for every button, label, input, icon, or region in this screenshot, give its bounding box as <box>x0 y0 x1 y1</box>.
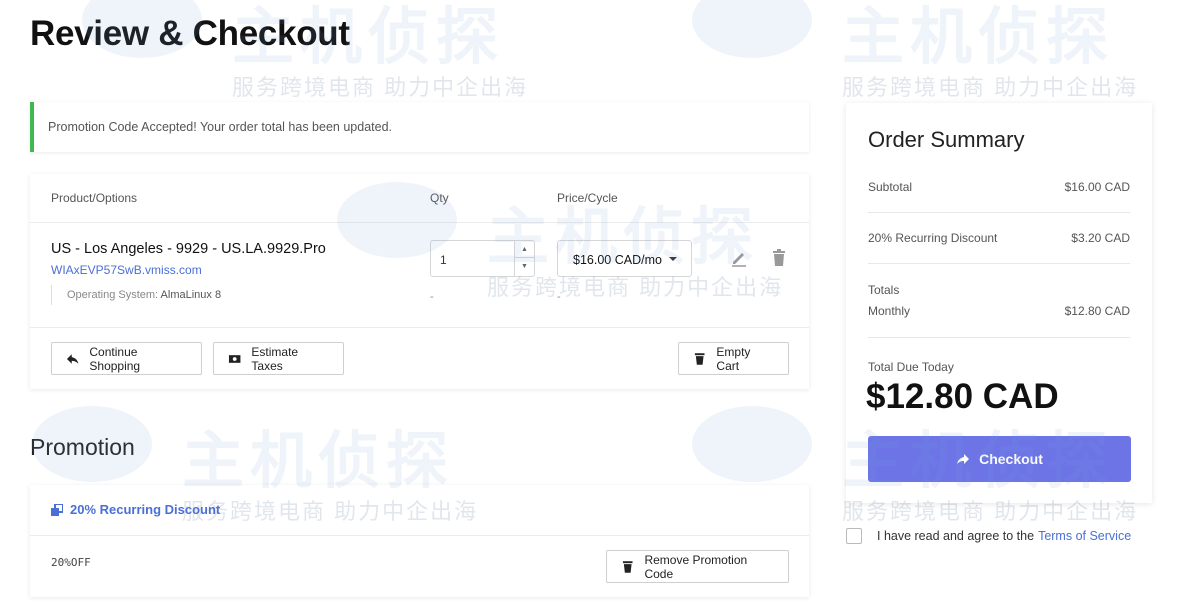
subtotal-label: Subtotal <box>868 180 913 194</box>
remove-promotion-label: Remove Promotion Code <box>644 552 748 581</box>
promotion-name-label: 20% Recurring Discount <box>70 502 221 517</box>
totals-label: Totals <box>868 283 900 297</box>
empty-cart-button[interactable]: Empty Cart <box>678 342 789 375</box>
product-name: US - Los Angeles - 9929 - US.LA.9929.Pro <box>51 241 326 257</box>
trash-icon[interactable] <box>771 249 787 267</box>
tos-link[interactable]: Terms of Service <box>1038 529 1131 543</box>
subtotal-line: Subtotal $16.00 CAD <box>868 180 1130 194</box>
option-label: Operating System: <box>67 289 159 301</box>
checkout-button[interactable]: Checkout <box>868 436 1131 482</box>
promotion-header: 20% Recurring Discount <box>30 485 809 536</box>
tos-text: I have read and agree to the <box>877 529 1035 543</box>
watermark-small: 服务跨境电商 助力中企出海 <box>842 75 1139 100</box>
estimate-taxes-button[interactable]: Estimate Taxes <box>213 342 344 375</box>
subtotal-value: $16.00 CAD <box>1064 180 1130 194</box>
reply-arrow-icon <box>66 353 79 364</box>
cart-actions: Continue Shopping Estimate Taxes Empty C… <box>30 328 809 388</box>
discount-value: $3.20 CAD <box>1071 231 1130 245</box>
cart-table: Product/Options Qty Price/Cycle US - Los… <box>30 174 809 389</box>
watermark-logo <box>692 0 812 58</box>
discount-label: 20% Recurring Discount <box>868 231 998 245</box>
cart-table-header: Product/Options Qty Price/Cycle <box>30 174 809 223</box>
continue-shopping-label: Continue Shopping <box>89 344 141 373</box>
edit-icon[interactable] <box>730 249 748 267</box>
quantity-value: 1 <box>440 253 447 267</box>
watermark-logo <box>692 406 812 482</box>
tos-agreement: I have read and agree to the Terms of Se… <box>846 528 1131 544</box>
qty-column-header: Qty <box>430 191 449 205</box>
trash-icon <box>694 352 705 365</box>
divider <box>868 263 1130 264</box>
page-title: Review & Checkout <box>30 14 350 53</box>
price-dash: - <box>557 291 561 303</box>
divider <box>868 212 1130 213</box>
qty-dash: - <box>430 291 434 303</box>
estimate-taxes-label: Estimate Taxes <box>251 344 299 373</box>
monthly-label: Monthly <box>868 304 911 318</box>
trash-icon <box>622 560 633 573</box>
discount-line: 20% Recurring Discount $3.20 CAD <box>868 231 1130 245</box>
product-domain: WIAxEVP57SwB.vmiss.com <box>51 263 202 277</box>
option-value: AlmaLinux 8 <box>160 289 222 301</box>
monthly-value: $12.80 CAD <box>1064 304 1130 318</box>
promotion-card: 20% Recurring Discount 20%OFF Remove Pro… <box>30 485 809 597</box>
promotion-code: 20%OFF <box>51 556 91 569</box>
total-due-label: Total Due Today <box>868 360 954 374</box>
chevron-down-icon <box>669 257 677 261</box>
empty-cart-label: Empty Cart <box>716 344 751 373</box>
watermark-small: 服务跨境电商 助力中企出海 <box>232 75 529 100</box>
monthly-line: Monthly $12.80 CAD <box>868 304 1130 318</box>
billing-cycle-select[interactable]: $16.00 CAD/mo <box>557 240 692 277</box>
share-arrow-icon <box>957 454 970 464</box>
quantity-input[interactable]: 1 ▲ ▼ <box>430 240 535 277</box>
divider <box>868 337 1130 338</box>
qty-down-icon[interactable]: ▼ <box>515 258 534 275</box>
continue-shopping-button[interactable]: Continue Shopping <box>51 342 202 375</box>
watermark-big: 主机侦探 <box>842 3 1115 72</box>
product-column-header: Product/Options <box>51 191 138 205</box>
promotion-body: 20%OFF Remove Promotion Code <box>30 536 809 596</box>
money-bill-icon <box>228 354 241 363</box>
order-summary-title: Order Summary <box>868 127 1025 152</box>
quantity-stepper[interactable]: ▲ ▼ <box>514 241 534 276</box>
remove-promotion-button[interactable]: Remove Promotion Code <box>606 550 789 583</box>
price-column-header: Price/Cycle <box>557 191 618 205</box>
promotion-heading: Promotion <box>30 434 135 460</box>
product-option: Operating System: AlmaLinux 8 <box>51 285 221 305</box>
total-due-amount: $12.80 CAD <box>866 377 1059 416</box>
ticket-icon <box>51 503 63 516</box>
promotion-name: 20% Recurring Discount <box>51 502 220 517</box>
price-cycle-value: $16.00 CAD/mo <box>573 253 662 267</box>
order-summary: Order Summary Subtotal $16.00 CAD 20% Re… <box>846 103 1152 503</box>
checkout-label: Checkout <box>979 451 1043 467</box>
tos-checkbox[interactable] <box>846 528 862 544</box>
cart-item-row: US - Los Angeles - 9929 - US.LA.9929.Pro… <box>30 223 809 328</box>
promo-success-alert: Promotion Code Accepted! Your order tota… <box>30 102 809 152</box>
qty-up-icon[interactable]: ▲ <box>515 241 534 258</box>
watermark: 主机侦探 服务跨境电商 助力中企出海 <box>692 0 1139 102</box>
